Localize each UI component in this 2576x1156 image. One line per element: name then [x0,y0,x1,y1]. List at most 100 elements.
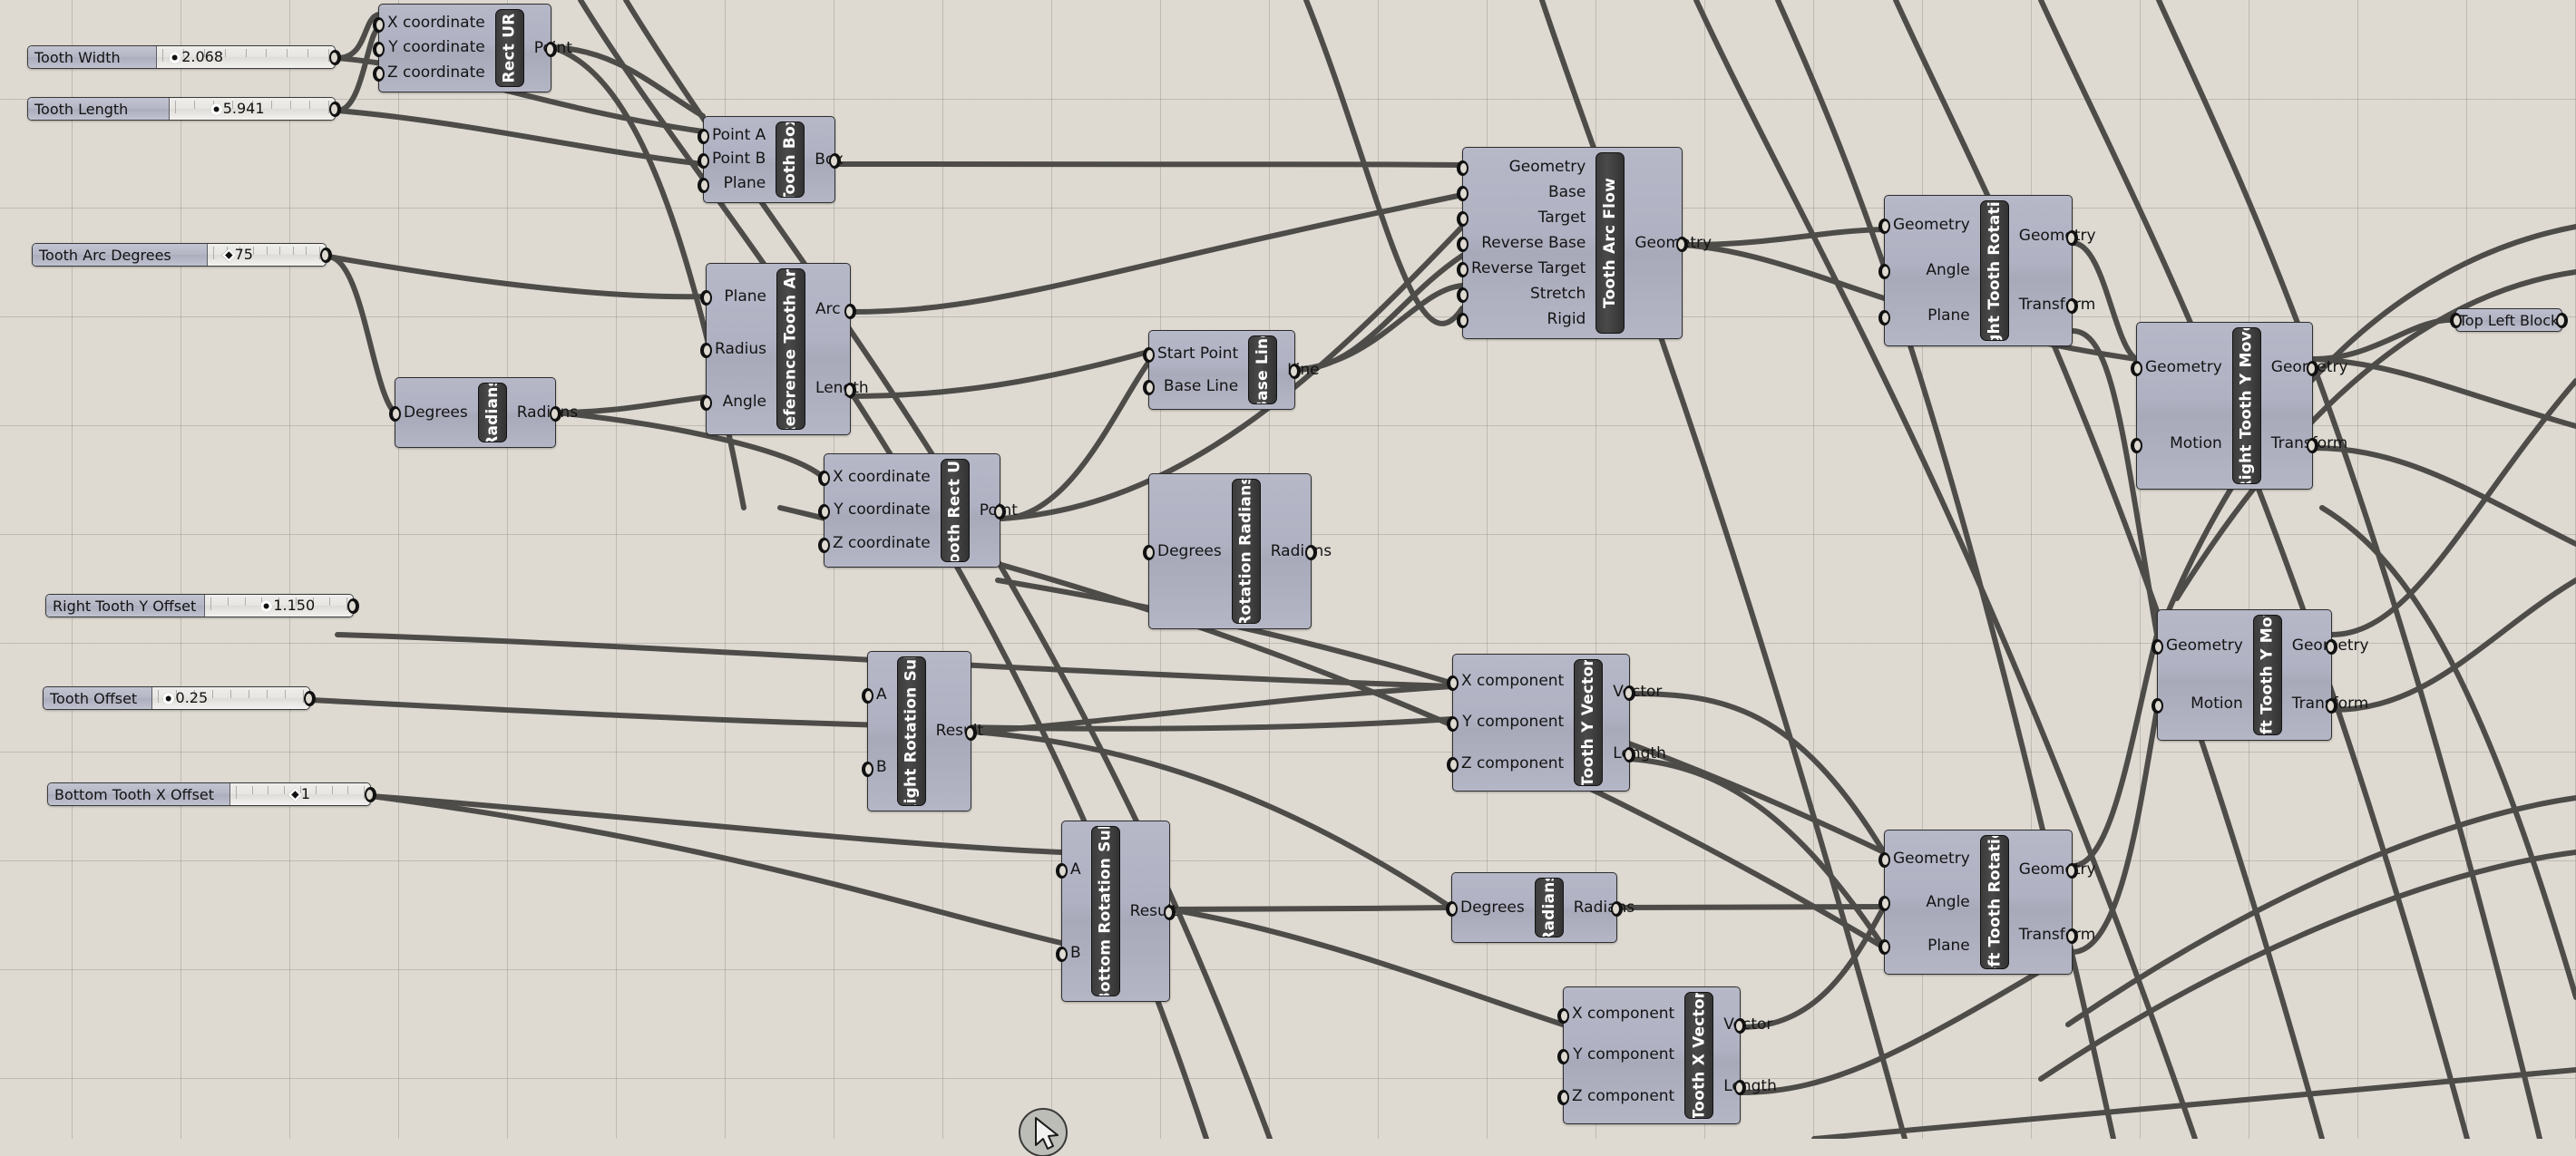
slider-knob[interactable] [260,599,273,612]
input-port[interactable] [1457,262,1469,277]
output-port[interactable] [329,50,341,65]
slider-handle-group[interactable]: 2.068 [169,50,223,64]
output-port[interactable] [844,303,856,319]
input-port[interactable] [1457,237,1469,252]
slider-tooth-width[interactable]: Tooth Width 2.068 [27,45,341,69]
input-port[interactable] [1143,347,1155,363]
output-port[interactable] [2066,229,2078,246]
slider-label[interactable]: Tooth Width [28,46,157,68]
output-port[interactable] [844,382,856,398]
component-nameplate[interactable]: Tooth Rect UR [940,459,970,562]
input-port[interactable] [700,290,712,306]
output-port[interactable] [1289,364,1301,379]
slider-handle-group[interactable]: 1.150 [260,598,315,613]
component-right-tooth-rotation[interactable]: Geometry Angle Plane Right Tooth Rotation Ge… [1878,195,2096,346]
component-degrees-radians[interactable]: Degrees Radians Radians [389,377,578,448]
component-nameplate[interactable]: Tooth Y Vector [1574,659,1604,786]
slider-knob[interactable] [221,248,236,262]
slider-track[interactable]: 1 [230,783,370,805]
output-port[interactable] [320,248,332,263]
input-port[interactable] [698,152,709,169]
input-port[interactable] [1446,901,1458,917]
output-port[interactable] [2307,437,2318,453]
output-port[interactable] [829,153,841,169]
input-port[interactable] [700,395,712,411]
input-port[interactable] [818,537,830,553]
input-port[interactable] [1878,896,1890,911]
input-port[interactable] [1457,313,1469,328]
output-port[interactable] [994,504,1006,520]
component-nameplate[interactable]: Radians [1534,878,1564,937]
slider-label[interactable]: Tooth Arc Degrees [33,244,208,266]
component-nameplate[interactable]: Tooth Box [776,121,805,198]
component-base-line[interactable]: Start Point Base Line Base Line Line [1143,330,1320,410]
component-bottom-degrees-radians[interactable]: Degrees Radians Radians [1446,872,1634,943]
input-port[interactable] [698,177,709,193]
input-port[interactable] [373,41,385,57]
input-port[interactable] [1447,715,1459,732]
slider-knob[interactable] [288,787,303,801]
slider-knob[interactable] [169,51,181,63]
input-port[interactable] [389,406,401,422]
component-tooth-arc-flow[interactable]: Geometry Base Target Reverse Base Reverse Ta… [1457,147,1712,339]
component-nameplate[interactable]: Base Line [1248,335,1278,404]
component-left-tooth-rotation[interactable]: Geometry Angle Plane Left Tooth Rotation Geo… [1878,830,2096,975]
input-port[interactable] [1878,309,1890,325]
slider-right-tooth-y-offset[interactable]: Right Tooth Y Offset 1.150 [45,594,359,617]
component-tooth-rect-ur[interactable]: X coordinate Y coordinate Z coordinate Toot… [818,453,1018,568]
output-port[interactable] [2556,313,2568,328]
component-nameplate[interactable]: Right Rotation Sub [896,656,926,806]
slider-label[interactable]: Bottom Tooth X Offset [48,783,230,805]
slider-track[interactable]: 2.068 [157,46,335,68]
output-port[interactable] [2326,697,2337,714]
slider-handle-group[interactable]: 0.25 [162,691,208,705]
input-port[interactable] [373,16,385,33]
component-nameplate[interactable]: Rotation Radians [1231,479,1261,624]
slider-track[interactable]: 5.941 [170,98,335,120]
slider-track[interactable]: 1.150 [205,595,353,617]
input-port[interactable] [1457,287,1469,303]
output-port[interactable] [965,724,977,741]
output-port[interactable] [1164,905,1176,920]
output-port[interactable] [1734,1018,1746,1034]
component-nameplate[interactable]: Left Tooth Rotation [1979,835,2009,969]
component-right-tooth-y-move[interactable]: Geometry Motion Right Tooth Y Move Geometry… [2131,322,2348,490]
input-port[interactable] [1143,545,1155,560]
component-nameplate[interactable]: Right Tooth Rotation [1979,200,2009,341]
slider-tooth-offset[interactable]: Tooth Offset 0.25 [43,686,316,710]
slider-tooth-arc-degrees[interactable]: Tooth Arc Degrees 75 [32,243,332,267]
output-port[interactable] [1734,1080,1746,1095]
slider-tooth-length[interactable]: Tooth Length 5.941 [27,97,341,121]
output-port[interactable] [1676,237,1688,252]
slider-track[interactable]: 75 [208,244,326,266]
input-port[interactable] [1557,1048,1569,1064]
input-port[interactable] [1056,947,1068,962]
input-port[interactable] [1447,675,1459,691]
output-port[interactable] [304,691,316,706]
slider-label[interactable]: Tooth Offset [44,687,152,709]
input-port[interactable] [1557,1007,1569,1024]
output-port[interactable] [1611,901,1623,917]
input-port[interactable] [818,503,830,520]
output-port[interactable] [545,42,557,57]
output-port[interactable] [2066,928,2078,944]
input-port[interactable] [1143,380,1155,395]
slider-handle-group[interactable]: 75 [221,248,253,262]
slider-knob[interactable] [210,102,222,115]
component-reference-tooth-arc[interactable]: Plane Radius Angle Reference Tooth Arc Arc Le… [700,263,869,435]
slider-handle-group[interactable]: 5.941 [210,102,265,116]
slider-bottom-tooth-x-offset[interactable]: Bottom Tooth X Offset 1 [47,782,376,806]
input-port[interactable] [1056,863,1068,879]
component-nameplate[interactable]: Rect UR [494,9,524,87]
component-bottom-rotation-sub[interactable]: A B Bottom Rotation Sub Result [1056,821,1177,1002]
component-nameplate[interactable]: Tooth Arc Flow [1595,152,1625,334]
param-top-left-block[interactable]: Top Left Block [2450,308,2568,332]
component-right-rotation-sub[interactable]: A B Right Rotation Sub Result [862,651,983,811]
component-nameplate[interactable]: Radians [477,383,507,442]
output-port[interactable] [329,102,341,117]
output-port[interactable] [1305,545,1317,560]
component-rect-ur[interactable]: X coordinate Y coordinate Z coordinate Rect… [373,4,572,92]
grasshopper-canvas[interactable]: X coordinate Y coordinate Z coordinate Rect… [0,0,2576,1156]
component-rotation-radians[interactable]: Degrees Rotation Radians Radians [1143,473,1332,629]
component-nameplate[interactable]: Bottom Rotation Sub [1090,826,1120,996]
